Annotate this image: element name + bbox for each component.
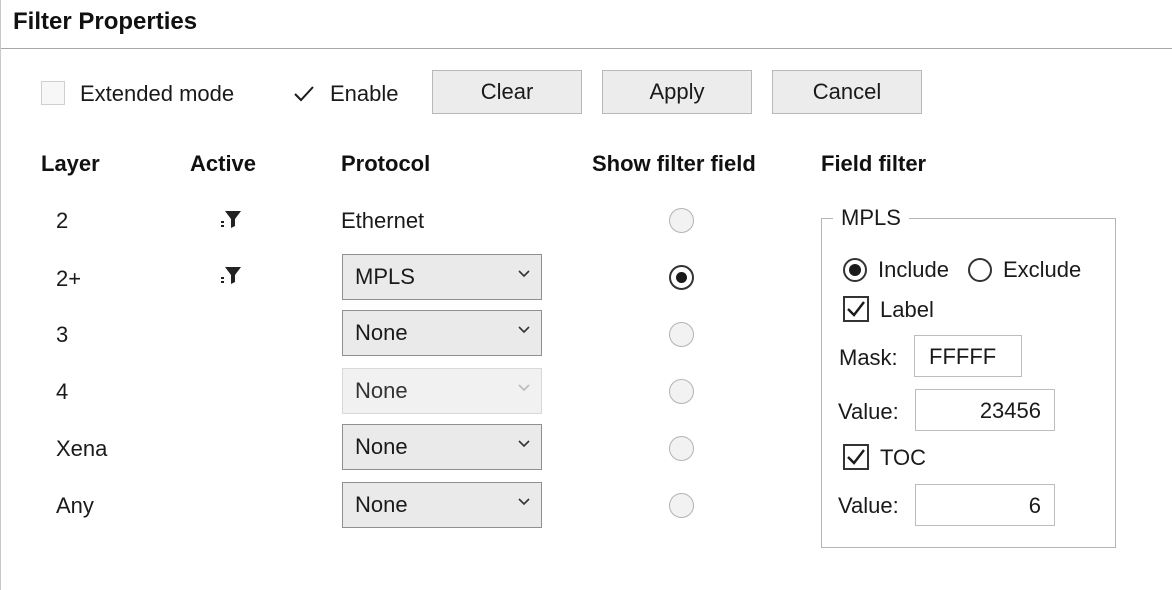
layer-label: 2: [56, 208, 69, 233]
chevron-down-icon: [518, 498, 530, 506]
chevron-down-icon: [518, 270, 530, 278]
include-radio[interactable]: [843, 258, 867, 282]
field-filter-group-title: MPLS: [833, 205, 909, 231]
title-divider: [1, 48, 1172, 49]
filter-funnel-icon: [221, 267, 241, 284]
checkmark-icon: [847, 301, 865, 317]
column-header-field-filter: Field filter: [821, 151, 927, 176]
extended-mode-label[interactable]: Extended mode: [80, 81, 234, 107]
toc-checkbox-label[interactable]: TOC: [880, 445, 926, 471]
layer-label: Any: [56, 493, 94, 518]
show-filter-field-radio[interactable]: [669, 265, 694, 290]
label-value-input[interactable]: 23456: [915, 389, 1055, 431]
exclude-radio[interactable]: [968, 258, 992, 282]
label-checkbox[interactable]: [843, 296, 869, 322]
toc-value-input[interactable]: 6: [915, 484, 1055, 526]
protocol-dropdown: None: [342, 368, 542, 414]
toc-value-input-value: 6: [1028, 493, 1041, 518]
layer-label: Xena: [56, 436, 108, 461]
cancel-button[interactable]: Cancel: [772, 70, 922, 114]
mask-input-value: FFFFF: [929, 344, 997, 369]
toc-value-label: Value:: [838, 493, 899, 518]
protocol-dropdown-value: None: [355, 492, 408, 517]
column-header-protocol: Protocol: [341, 151, 431, 176]
filter-funnel-icon: [221, 211, 241, 228]
exclude-label[interactable]: Exclude: [1003, 257, 1081, 283]
show-filter-field-radio[interactable]: [669, 208, 694, 233]
show-filter-field-radio[interactable]: [669, 322, 694, 347]
enable-label[interactable]: Enable: [330, 81, 399, 107]
protocol-dropdown-value: MPLS: [355, 264, 415, 289]
include-label[interactable]: Include: [878, 257, 949, 283]
chevron-down-icon: [518, 440, 530, 448]
mask-input[interactable]: FFFFF: [914, 335, 1022, 377]
enable-checkbox[interactable]: [291, 81, 315, 105]
apply-button[interactable]: Apply: [602, 70, 752, 114]
protocol-dropdown-value: None: [355, 378, 408, 403]
column-header-show-filter-field: Show filter field: [592, 151, 756, 176]
chevron-down-icon: [518, 326, 530, 334]
layer-label: 4: [56, 379, 69, 404]
label-value-input-value: 23456: [979, 398, 1041, 423]
layer-label: 3: [56, 322, 69, 347]
filter-properties-panel: Filter Properties Extended mode Enable C…: [0, 0, 1172, 590]
checkmark-icon: [847, 449, 865, 465]
protocol-dropdown[interactable]: MPLS: [342, 254, 542, 300]
protocol-dropdown-value: None: [355, 320, 408, 345]
column-header-active: Active: [190, 151, 257, 176]
clear-button[interactable]: Clear: [432, 70, 582, 114]
protocol-label: Ethernet: [341, 208, 425, 233]
protocol-dropdown[interactable]: None: [342, 482, 542, 528]
mask-label: Mask:: [839, 345, 898, 370]
column-header-layer: Layer: [41, 151, 100, 176]
toc-checkbox[interactable]: [843, 444, 869, 470]
checkmark-icon: [294, 86, 314, 102]
protocol-dropdown[interactable]: None: [342, 424, 542, 470]
extended-mode-checkbox[interactable]: [41, 81, 65, 105]
panel-title: Filter Properties: [13, 8, 198, 35]
chevron-down-icon: [518, 384, 530, 392]
layer-label: 2+: [56, 266, 82, 291]
show-filter-field-radio[interactable]: [669, 493, 694, 518]
label-value-label: Value:: [838, 399, 899, 424]
show-filter-field-radio[interactable]: [669, 379, 694, 404]
label-checkbox-label[interactable]: Label: [880, 297, 934, 323]
protocol-dropdown-value: None: [355, 434, 408, 459]
protocol-dropdown[interactable]: None: [342, 310, 542, 356]
show-filter-field-radio[interactable]: [669, 436, 694, 461]
